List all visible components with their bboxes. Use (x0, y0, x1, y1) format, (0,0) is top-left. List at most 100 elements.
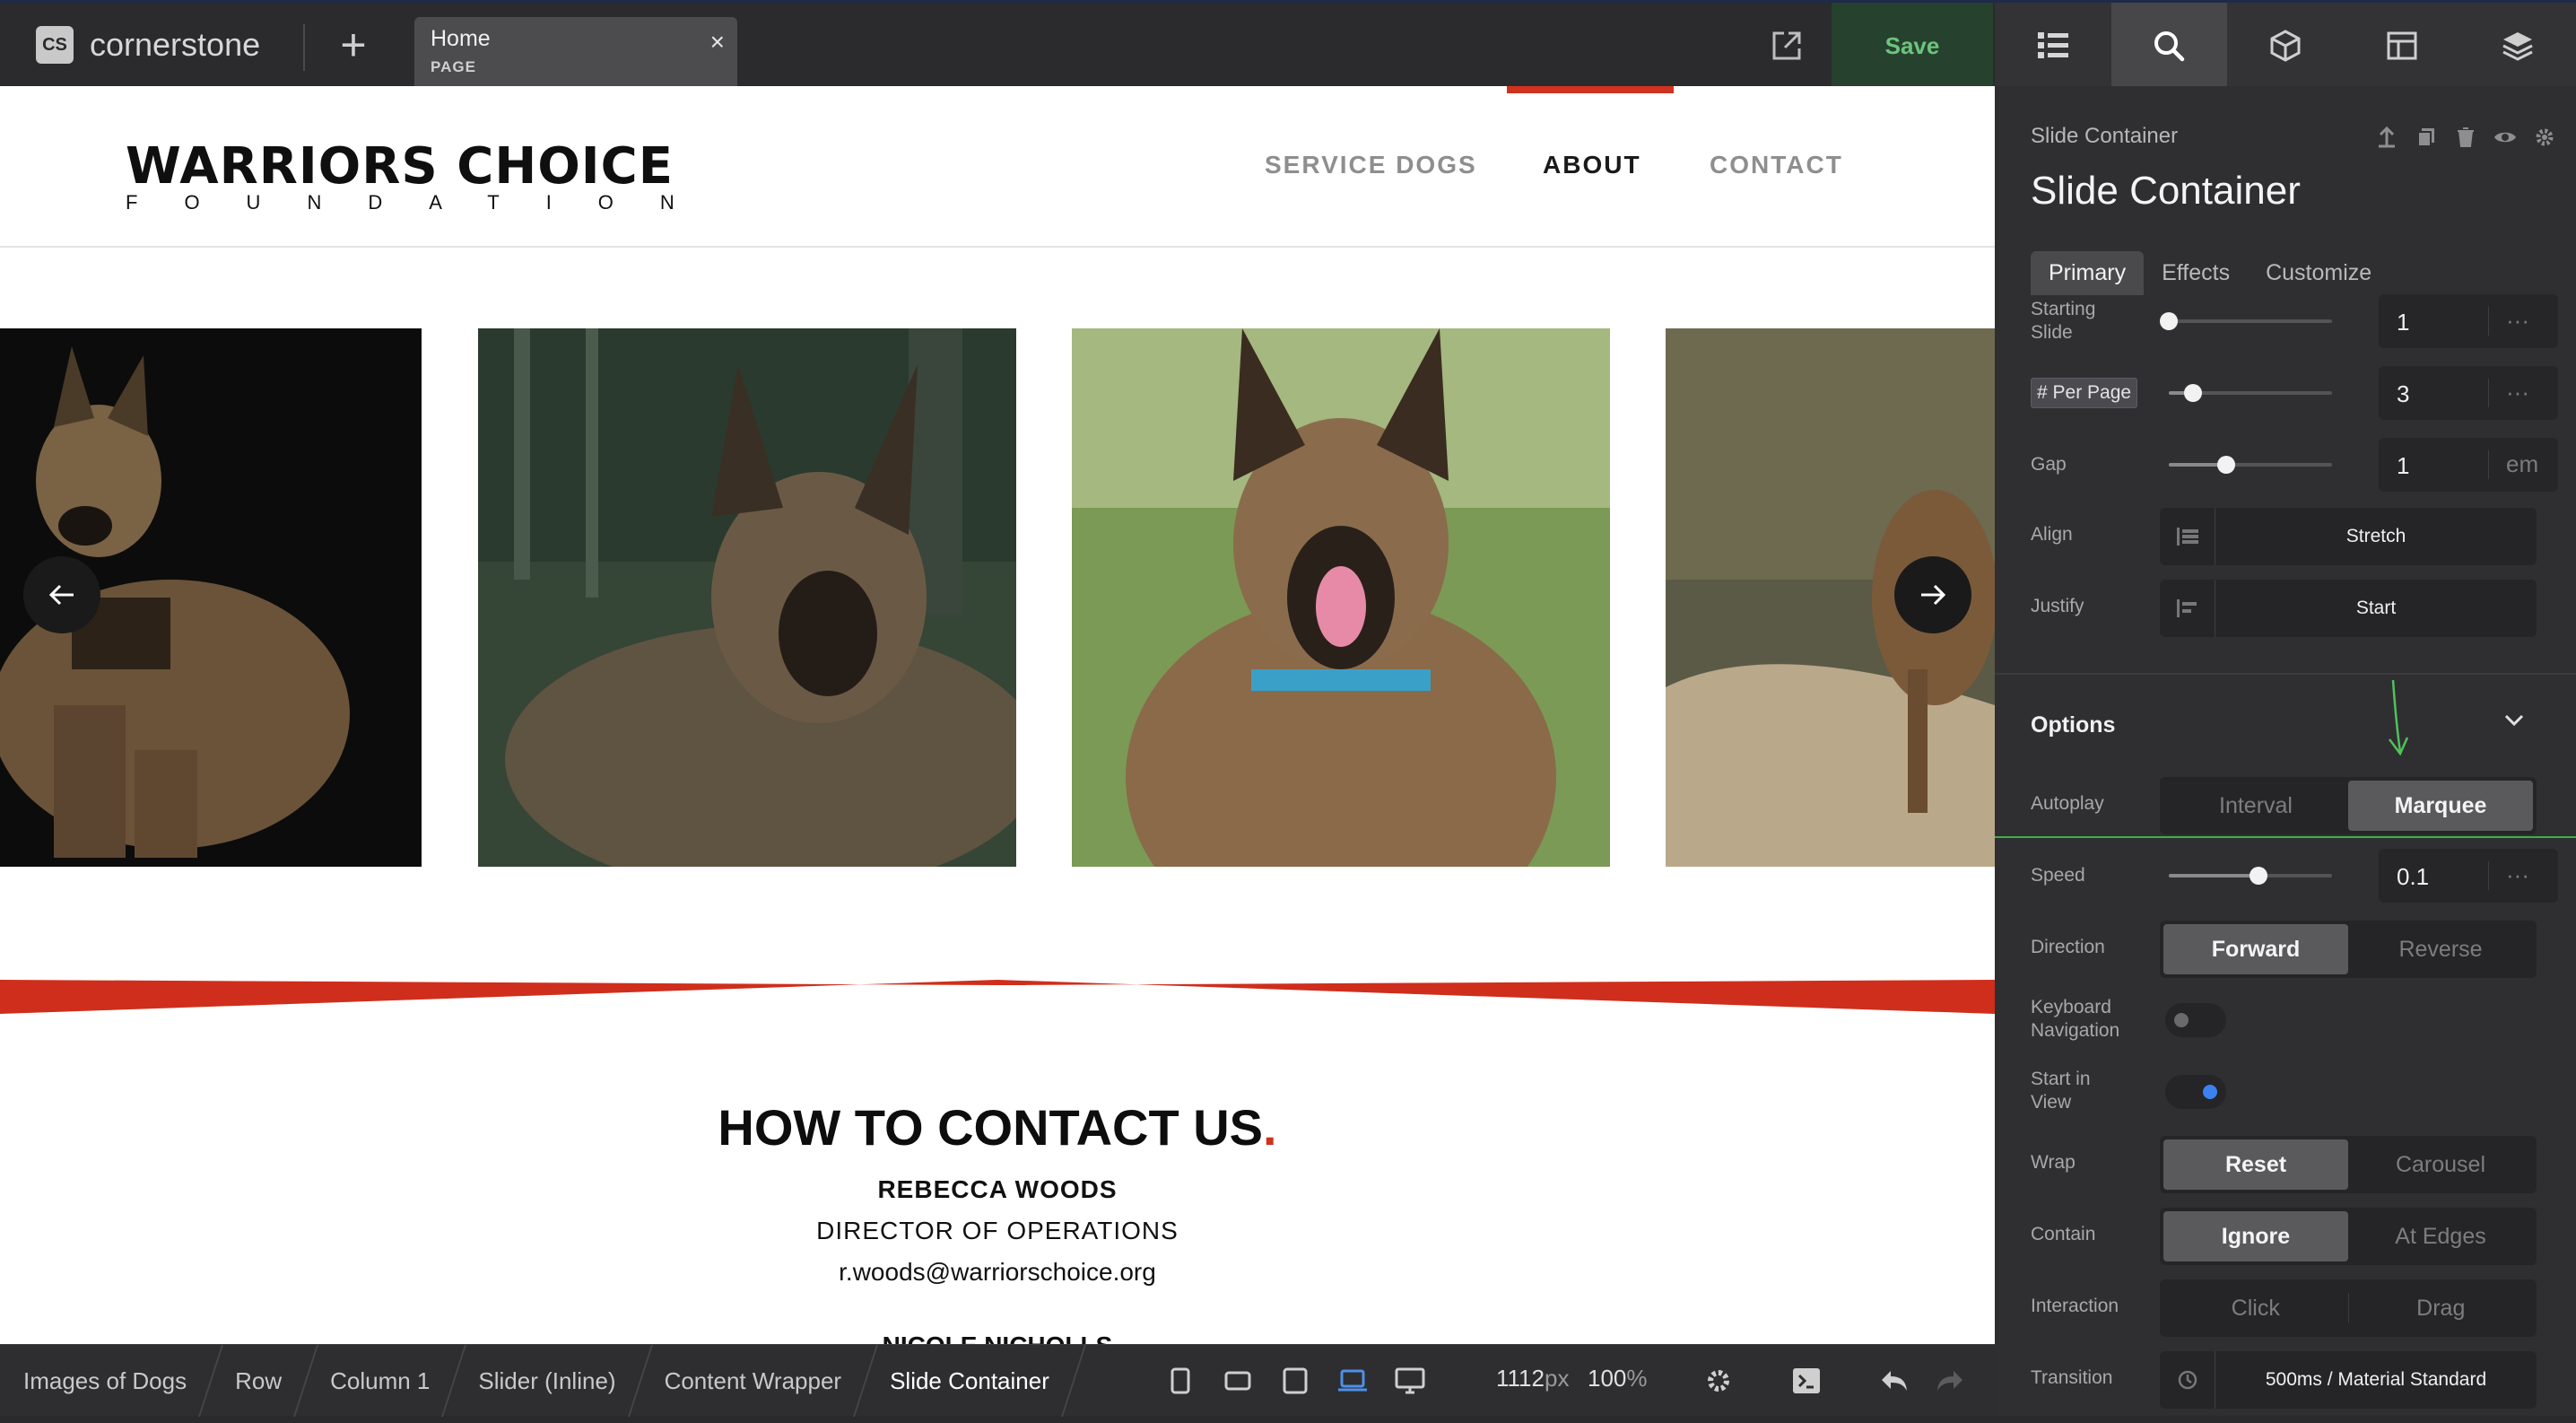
options-heading[interactable]: Options (2031, 712, 2115, 738)
cube-icon[interactable] (2227, 3, 2344, 89)
guide-line (1995, 836, 2576, 838)
slider-next-button[interactable] (1894, 556, 1971, 633)
contact-name: REBECCA WOODS (877, 1175, 1118, 1203)
contain-option-at-edges[interactable]: At Edges (2348, 1211, 2533, 1261)
interaction-label: Interaction (2031, 1296, 2119, 1316)
external-link-icon[interactable] (1771, 30, 1803, 62)
search-icon[interactable] (2110, 3, 2228, 89)
chevron-down-icon[interactable] (2504, 714, 2524, 731)
nav-contact[interactable]: CONTACT (1710, 151, 1843, 179)
gap-unit[interactable]: em (2506, 450, 2538, 478)
list-icon[interactable] (1995, 3, 2111, 89)
slider-knob[interactable] (2216, 456, 2235, 474)
keyboard-nav-row: Keyboard Navigation (2031, 992, 2542, 1046)
site-header: WARRIORS CHOICE FOUNDATION SERVICE DOGS … (0, 86, 1995, 248)
layers-icon[interactable] (2459, 3, 2576, 89)
contact-email[interactable]: r.woods@warriorschoice.org (0, 1258, 1995, 1287)
gap-value: 1 (2397, 452, 2410, 479)
wrap-option-carousel[interactable]: Carousel (2348, 1139, 2533, 1190)
contain-row: Contain Ignore At Edges (2031, 1208, 2542, 1265)
more-icon[interactable]: ··· (2506, 861, 2529, 889)
align-row: Align Stretch (2031, 508, 2542, 565)
interaction-option-click[interactable]: Click (2163, 1283, 2348, 1333)
gear-icon[interactable] (1699, 1361, 1738, 1401)
dog-image-2 (478, 328, 1016, 867)
contain-option-ignore[interactable]: Ignore (2163, 1211, 2348, 1261)
move-up-icon[interactable] (2373, 124, 2400, 151)
code-icon[interactable] (1787, 1361, 1826, 1401)
interaction-option-drag[interactable]: Drag (2349, 1283, 2534, 1333)
speed-input[interactable]: 0.1 ··· (2379, 849, 2558, 903)
speed-slider[interactable] (2169, 867, 2332, 885)
breadcrumb-item[interactable]: Row (212, 1345, 305, 1417)
wrap-row: Wrap Reset Carousel (2031, 1136, 2542, 1193)
keyboard-nav-toggle[interactable] (2165, 1003, 2226, 1037)
tablet-icon[interactable] (1266, 1345, 1324, 1417)
decorative-band (0, 980, 1995, 1017)
desktop-icon[interactable] (1381, 1345, 1439, 1417)
direction-option-reverse[interactable]: Reverse (2348, 924, 2533, 974)
zoom-readout[interactable]: 100% (1588, 1365, 1648, 1392)
document-tab[interactable]: Home PAGE × (414, 17, 737, 87)
more-icon[interactable]: ··· (2506, 379, 2529, 406)
layout-icon[interactable] (2343, 3, 2460, 89)
breadcrumb-item[interactable]: Slider (Inline) (455, 1345, 639, 1417)
laptop-icon[interactable] (1324, 1345, 1381, 1417)
undo-icon[interactable] (1875, 1361, 1914, 1401)
starting-slide-value: 1 (2397, 309, 2410, 336)
per-page-input[interactable]: 3 ··· (2379, 366, 2558, 420)
breadcrumb-item[interactable]: Images of Dogs (0, 1345, 210, 1417)
add-button[interactable]: + (330, 22, 377, 69)
autoplay-option-interval[interactable]: Interval (2163, 781, 2348, 831)
phone-portrait-icon[interactable] (1152, 1345, 1209, 1417)
redo-icon[interactable] (1930, 1361, 1970, 1401)
site-logo[interactable]: WARRIORS CHOICE FOUNDATION (126, 142, 721, 214)
wrap-label: Wrap (2031, 1152, 2076, 1173)
breadcrumb-item[interactable]: Content Wrapper (641, 1345, 866, 1417)
save-button[interactable]: Save (1832, 3, 1993, 89)
tab-customize[interactable]: Customize (2248, 251, 2389, 295)
starting-slide-slider[interactable] (2160, 312, 2332, 330)
gap-input[interactable]: 1 em (2379, 438, 2558, 492)
justify-row: Justify Start (2031, 580, 2542, 637)
width-readout[interactable]: 1112px (1496, 1365, 1569, 1392)
settings-gear-icon[interactable] (2531, 124, 2558, 151)
slider-knob[interactable] (2250, 867, 2268, 885)
phone-landscape-icon[interactable] (1209, 1345, 1266, 1417)
breadcrumb-item[interactable]: Column 1 (307, 1345, 453, 1417)
tab-primary[interactable]: Primary (2031, 251, 2145, 295)
breadcrumb-item-current[interactable]: Slide Container (866, 1345, 1073, 1417)
duplicate-icon[interactable] (2413, 124, 2440, 151)
cornerstone-logo: CS cornerstone (36, 26, 260, 64)
site-brand-name: WARRIORS CHOICE (126, 137, 674, 196)
close-icon[interactable]: × (710, 28, 725, 57)
align-select[interactable]: Stretch (2160, 508, 2537, 565)
justify-value: Start (2355, 598, 2397, 618)
justify-start-icon (2160, 580, 2215, 637)
start-in-view-label: Start in View (2031, 1069, 2091, 1113)
more-icon[interactable]: ··· (2506, 307, 2529, 335)
start-in-view-toggle[interactable] (2165, 1075, 2226, 1109)
contain-segmented: Ignore At Edges (2160, 1208, 2537, 1265)
justify-select[interactable]: Start (2160, 580, 2537, 637)
per-page-slider[interactable] (2169, 384, 2332, 402)
starting-slide-input[interactable]: 1 ··· (2379, 294, 2558, 348)
slider-knob[interactable] (2184, 384, 2203, 402)
page-preview[interactable]: WARRIORS CHOICE FOUNDATION SERVICE DOGS … (0, 86, 1995, 1344)
per-page-value: 3 (2397, 380, 2410, 407)
transition-select[interactable]: 500ms / Material Standard (2160, 1351, 2537, 1409)
nav-service-dogs[interactable]: SERVICE DOGS (1265, 151, 1477, 179)
nav-about[interactable]: ABOUT (1543, 151, 1641, 179)
autoplay-option-marquee[interactable]: Marquee (2348, 781, 2533, 831)
trash-icon[interactable] (2452, 124, 2479, 151)
align-stretch-icon (2160, 508, 2215, 565)
eye-icon[interactable] (2492, 124, 2519, 151)
slider-prev-button[interactable] (23, 556, 100, 633)
wrap-option-reset[interactable]: Reset (2163, 1139, 2348, 1190)
slider-knob[interactable] (2160, 312, 2178, 330)
tab-effects[interactable]: Effects (2144, 251, 2248, 295)
gap-slider[interactable] (2169, 456, 2332, 474)
transition-value: 500ms / Material Standard (2265, 1369, 2487, 1390)
speed-value: 0.1 (2397, 863, 2430, 890)
direction-option-forward[interactable]: Forward (2163, 924, 2348, 974)
